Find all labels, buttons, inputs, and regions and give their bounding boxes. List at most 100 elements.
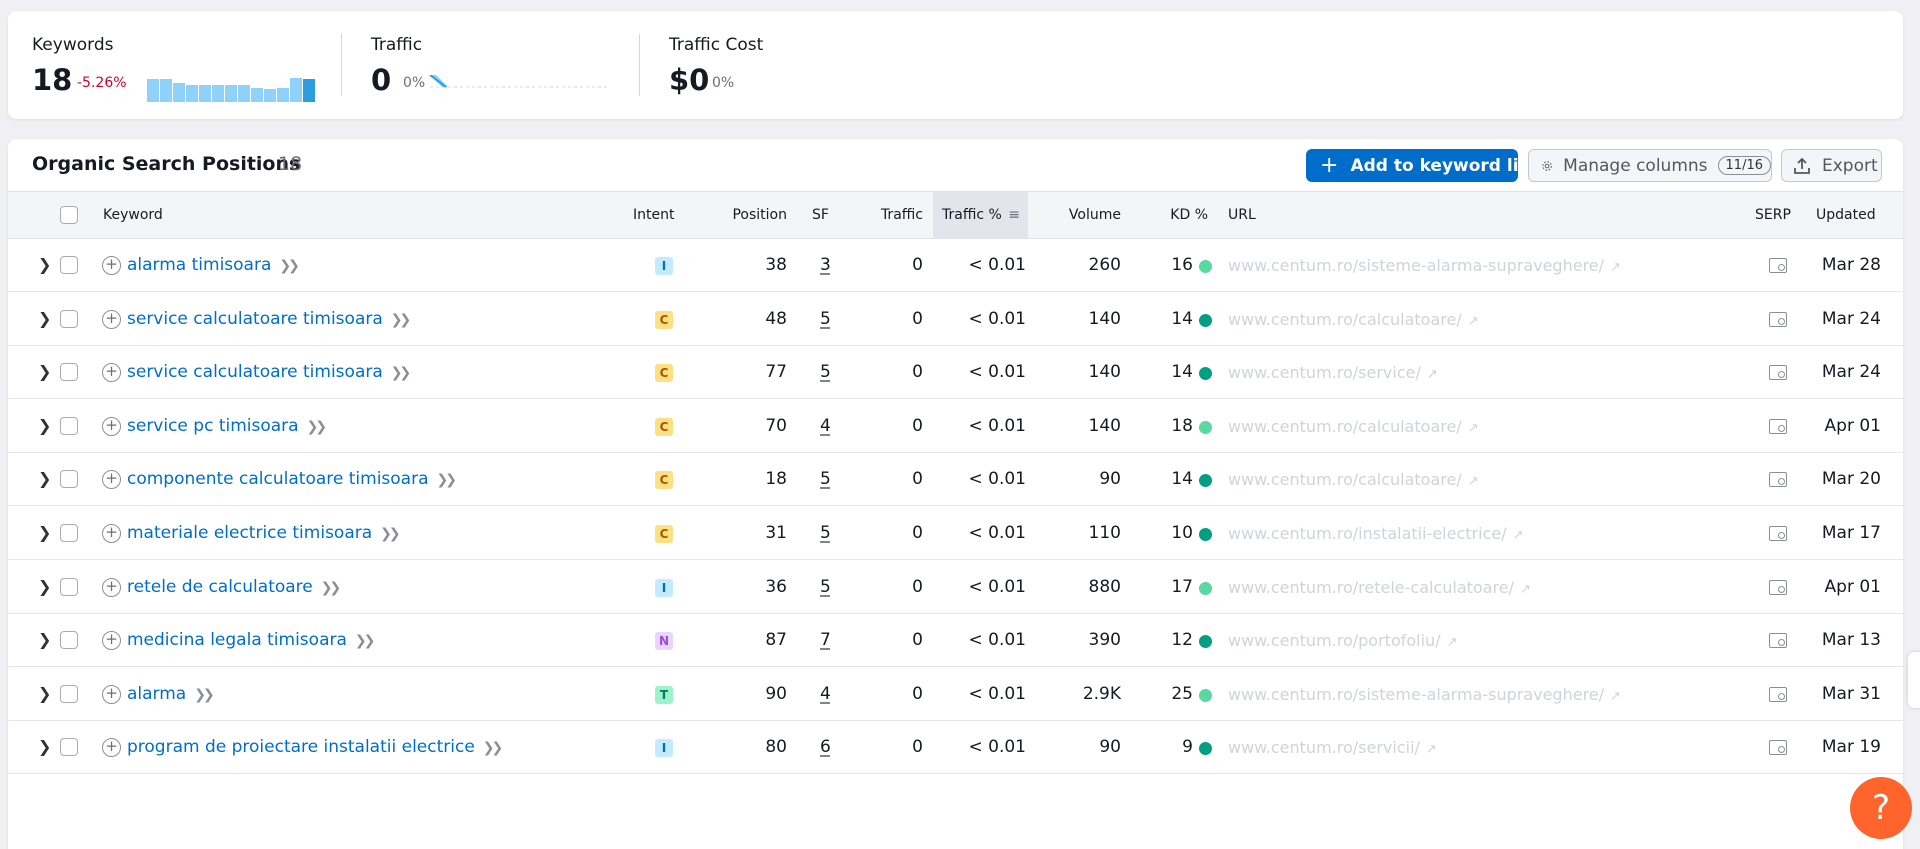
add-keyword-icon[interactable]: + — [102, 524, 121, 543]
url-cell[interactable]: www.centum.ro/calculatoare/ ↗ — [1228, 453, 1479, 506]
serp-snapshot-icon[interactable] — [1769, 312, 1787, 327]
table-row[interactable]: ❯ + alarma timisoara ❯❯ I 38 3 0 < 0.01 260 16 www.… — [8, 239, 1903, 292]
add-keyword-icon[interactable]: + — [102, 256, 121, 275]
keyword-cell[interactable]: componente calculatoare timisoara ❯❯ — [127, 453, 458, 506]
double-chevron-icon[interactable]: ❯❯ — [194, 687, 215, 703]
col-traffic-pct[interactable]: Traffic % ≡ — [933, 192, 1028, 238]
sf-cell[interactable]: 5 — [820, 577, 831, 597]
expand-chevron-icon[interactable]: ❯ — [38, 469, 51, 489]
external-link-icon[interactable]: ↗ — [1513, 528, 1524, 543]
external-link-icon[interactable]: ↗ — [1426, 742, 1437, 757]
side-feedback-tab[interactable] — [1908, 652, 1920, 708]
row-checkbox[interactable] — [60, 578, 78, 596]
keyword-link[interactable]: service calculatoare timisoara — [127, 362, 383, 382]
table-row[interactable]: ❯ + service calculatoare timisoara ❯❯ C 48 5 0 <… — [8, 293, 1903, 346]
double-chevron-icon[interactable]: ❯❯ — [391, 312, 412, 328]
expand-chevron-icon[interactable]: ❯ — [38, 577, 51, 597]
keyword-cell[interactable]: program de proiectare instalatii electri… — [127, 721, 503, 774]
add-keyword-icon[interactable]: + — [102, 310, 121, 329]
url-link[interactable]: www.centum.ro/calculatoare/ — [1228, 470, 1462, 489]
row-checkbox[interactable] — [60, 470, 78, 488]
serp-snapshot-icon[interactable] — [1769, 526, 1787, 541]
row-checkbox[interactable] — [60, 738, 78, 756]
sf-cell[interactable]: 5 — [820, 523, 831, 543]
add-keyword-icon[interactable]: + — [102, 685, 121, 704]
table-row[interactable]: ❯ + materiale electrice timisoara ❯❯ C 31 5 0 < … — [8, 507, 1903, 560]
add-keyword-icon[interactable]: + — [102, 470, 121, 489]
external-link-icon[interactable]: ↗ — [1447, 635, 1458, 650]
url-cell[interactable]: www.centum.ro/service/ ↗ — [1228, 346, 1438, 399]
col-intent[interactable]: Intent — [633, 192, 674, 238]
help-button[interactable]: ? — [1850, 777, 1912, 839]
row-checkbox[interactable] — [60, 417, 78, 435]
expand-chevron-icon[interactable]: ❯ — [38, 630, 51, 650]
url-link[interactable]: www.centum.ro/servicii/ — [1228, 738, 1420, 757]
url-cell[interactable]: www.centum.ro/portofoliu/ ↗ — [1228, 614, 1457, 667]
serp-snapshot-icon[interactable] — [1769, 472, 1787, 487]
row-checkbox[interactable] — [60, 256, 78, 274]
external-link-icon[interactable]: ↗ — [1520, 582, 1531, 597]
serp-snapshot-icon[interactable] — [1769, 740, 1787, 755]
keyword-link[interactable]: alarma timisoara — [127, 255, 271, 275]
table-row[interactable]: ❯ + service pc timisoara ❯❯ C 70 4 0 < 0.01 140 18… — [8, 400, 1903, 453]
url-link[interactable]: www.centum.ro/calculatoare/ — [1228, 417, 1462, 436]
row-checkbox[interactable] — [60, 631, 78, 649]
url-link[interactable]: www.centum.ro/portofoliu/ — [1228, 631, 1441, 650]
sf-cell[interactable]: 6 — [820, 737, 831, 757]
url-link[interactable]: www.centum.ro/retele-calculatoare/ — [1228, 578, 1514, 597]
table-row[interactable]: ❯ + retele de calculatoare ❯❯ I 36 5 0 < 0.01 880… — [8, 561, 1903, 614]
external-link-icon[interactable]: ↗ — [1610, 689, 1621, 704]
external-link-icon[interactable]: ↗ — [1427, 367, 1438, 382]
expand-chevron-icon[interactable]: ❯ — [38, 684, 51, 704]
expand-chevron-icon[interactable]: ❯ — [38, 362, 51, 382]
expand-chevron-icon[interactable]: ❯ — [38, 416, 51, 436]
col-position[interactable]: Position — [708, 192, 787, 238]
keyword-link[interactable]: medicina legala timisoara — [127, 630, 347, 650]
keyword-cell[interactable]: materiale electrice timisoara ❯❯ — [127, 507, 401, 560]
table-row[interactable]: ❯ + componente calculatoare timisoara ❯❯ C 18… — [8, 453, 1903, 506]
keyword-cell[interactable]: service pc timisoara ❯❯ — [127, 400, 327, 453]
sf-cell[interactable]: 3 — [820, 255, 831, 275]
table-row[interactable]: ❯ + program de proiectare instalatii elect… — [8, 721, 1903, 774]
url-cell[interactable]: www.centum.ro/servicii/ ↗ — [1228, 721, 1437, 774]
sf-cell[interactable]: 4 — [820, 684, 831, 704]
keyword-link[interactable]: componente calculatoare timisoara — [127, 469, 429, 489]
serp-snapshot-icon[interactable] — [1769, 258, 1787, 273]
double-chevron-icon[interactable]: ❯❯ — [391, 365, 412, 381]
expand-chevron-icon[interactable]: ❯ — [38, 255, 51, 275]
url-cell[interactable]: www.centum.ro/sisteme-alarma-supravegher… — [1228, 239, 1621, 292]
double-chevron-icon[interactable]: ❯❯ — [321, 580, 342, 596]
double-chevron-icon[interactable]: ❯❯ — [437, 472, 458, 488]
expand-chevron-icon[interactable]: ❯ — [38, 523, 51, 543]
url-cell[interactable]: www.centum.ro/instalatii-electrice/ ↗ — [1228, 507, 1524, 560]
keyword-cell[interactable]: alarma timisoara ❯❯ — [127, 239, 300, 292]
keyword-cell[interactable]: medicina legala timisoara ❯❯ — [127, 614, 375, 667]
serp-snapshot-icon[interactable] — [1769, 419, 1787, 434]
select-all-checkbox[interactable] — [60, 206, 78, 224]
row-checkbox[interactable] — [60, 363, 78, 381]
keyword-link[interactable]: materiale electrice timisoara — [127, 523, 372, 543]
sf-cell[interactable]: 7 — [820, 630, 831, 650]
sf-cell[interactable]: 5 — [820, 469, 831, 489]
url-cell[interactable]: www.centum.ro/calculatoare/ ↗ — [1228, 400, 1479, 453]
col-kd[interactable]: KD % — [1148, 192, 1208, 238]
table-row[interactable]: ❯ + medicina legala timisoara ❯❯ N 87 7 0 < 0.01… — [8, 614, 1903, 667]
keyword-link[interactable]: program de proiectare instalatii electri… — [127, 737, 475, 757]
double-chevron-icon[interactable]: ❯❯ — [380, 526, 401, 542]
col-volume[interactable]: Volume — [1038, 192, 1121, 238]
add-keyword-icon[interactable]: + — [102, 417, 121, 436]
keyword-link[interactable]: service calculatoare timisoara — [127, 309, 383, 329]
url-cell[interactable]: www.centum.ro/retele-calculatoare/ ↗ — [1228, 561, 1531, 614]
col-serp[interactable]: SERP — [1755, 192, 1791, 238]
col-url[interactable]: URL — [1228, 192, 1256, 238]
col-keyword[interactable]: Keyword — [103, 192, 163, 238]
serp-snapshot-icon[interactable] — [1769, 687, 1787, 702]
col-traffic[interactable]: Traffic — [868, 192, 923, 238]
add-keyword-icon[interactable]: + — [102, 738, 121, 757]
add-keyword-icon[interactable]: + — [102, 578, 121, 597]
sf-cell[interactable]: 4 — [820, 416, 831, 436]
serp-snapshot-icon[interactable] — [1769, 633, 1787, 648]
url-cell[interactable]: www.centum.ro/sisteme-alarma-supravegher… — [1228, 668, 1621, 721]
serp-snapshot-icon[interactable] — [1769, 580, 1787, 595]
serp-snapshot-icon[interactable] — [1769, 365, 1787, 380]
